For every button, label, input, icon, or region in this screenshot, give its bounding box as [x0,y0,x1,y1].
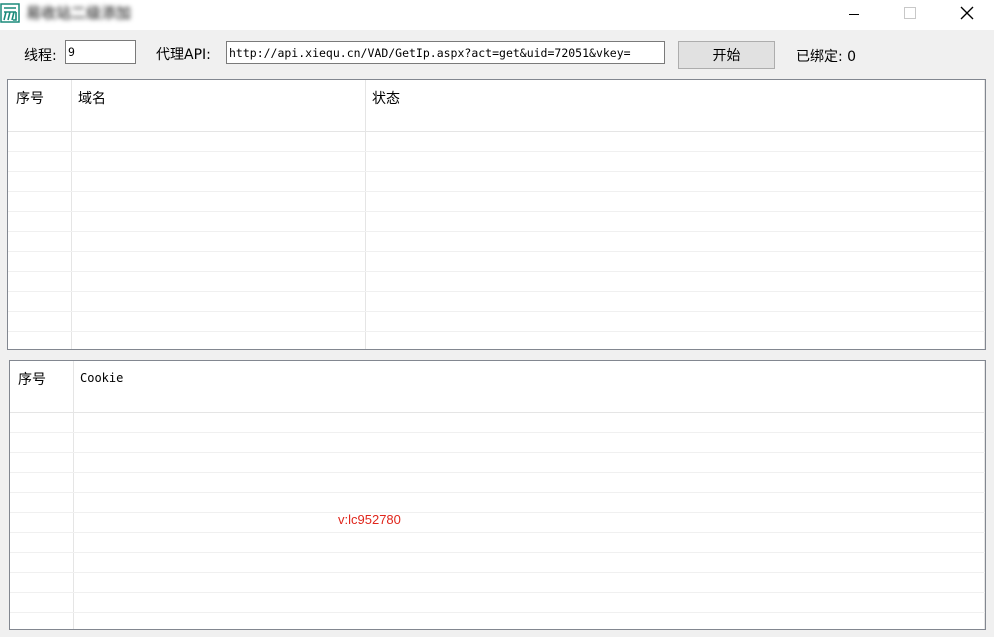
column-header-cookie[interactable]: Cookie [80,371,123,385]
column-header-index[interactable]: 序号 [18,369,46,389]
proxy-api-input[interactable]: http://api.xiequ.cn/VAD/GetIp.aspx?act=g… [226,41,665,64]
table-row [10,553,985,573]
minimize-icon [849,14,859,15]
bound-count-label: 已绑定: 0 [796,49,857,65]
table-row [8,172,985,192]
cookie-table[interactable]: 序号 Cookie [9,360,986,630]
maximize-icon [904,7,916,19]
table-row [10,533,985,553]
close-icon [960,6,974,20]
threads-label: 线程: [24,48,57,64]
table-row [8,252,985,272]
window-title: 易收站二级添加 [26,4,132,22]
column-header-domain[interactable]: 域名 [78,88,106,108]
table-row [10,453,985,473]
table-row [10,573,985,593]
table-row [8,312,985,332]
watermark-text: v:lc952780 [338,512,401,527]
threads-input[interactable]: 9 [65,40,136,64]
table-row [8,272,985,292]
table-row [8,232,985,252]
start-button[interactable]: 开始 [678,41,775,69]
domain-table[interactable]: 序号 域名 状态 [7,79,986,350]
table-row [10,593,985,613]
maximize-button[interactable] [887,0,933,30]
table-header: 序号 域名 状态 [8,80,985,132]
table-row [8,192,985,212]
table-row [8,152,985,172]
minimize-button[interactable] [830,0,876,30]
table-header: 序号 Cookie [10,361,985,413]
column-header-status[interactable]: 状态 [372,88,400,108]
column-header-index[interactable]: 序号 [16,88,44,108]
close-button[interactable] [944,0,990,30]
app-icon [0,3,20,23]
proxy-api-label: 代理API: [156,47,211,63]
title-bar: 易收站二级添加 [0,0,994,30]
table-row [8,292,985,312]
table-row [10,413,985,433]
table-row [8,332,985,349]
table-row [10,493,985,513]
table-row [8,132,985,152]
table-row [8,212,985,232]
table-row [10,513,985,533]
table-row [10,433,985,453]
table-row [10,473,985,493]
